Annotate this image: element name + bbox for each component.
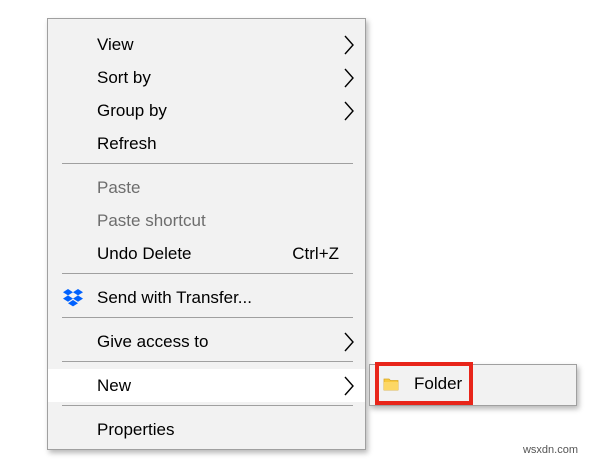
menu-item-label: Refresh: [97, 133, 157, 153]
menu-item-label: Paste shortcut: [97, 210, 206, 230]
menu-item-new[interactable]: New: [48, 369, 365, 402]
menu-item-shortcut: Ctrl+Z: [292, 243, 339, 263]
menu-item-send-with-transfer[interactable]: Send with Transfer...: [48, 281, 365, 314]
menu-item-view[interactable]: View: [48, 28, 365, 61]
chevron-right-icon: [344, 68, 354, 87]
chevron-right-icon: [344, 376, 354, 395]
menu-separator: [62, 405, 353, 406]
menu-item-label: Undo Delete: [97, 243, 192, 263]
menu-item-label: Give access to: [97, 331, 209, 351]
menu-item-refresh[interactable]: Refresh: [48, 127, 365, 160]
menu-item-label: Send with Transfer...: [97, 287, 252, 307]
menu-separator: [62, 163, 353, 164]
folder-icon: [383, 378, 399, 391]
menu-item-label: Group by: [97, 100, 167, 120]
menu-item-label: Paste: [97, 177, 141, 197]
menu-item-paste-shortcut: Paste shortcut: [48, 204, 365, 237]
menu-item-properties[interactable]: Properties: [48, 413, 365, 446]
menu-item-sort-by[interactable]: Sort by: [48, 61, 365, 94]
desktop-context-menu: View Sort by Group by Refresh Paste Past…: [47, 18, 366, 450]
menu-item-give-access-to[interactable]: Give access to: [48, 325, 365, 358]
menu-item-label: New: [97, 375, 132, 395]
menu-item-label: Properties: [97, 419, 175, 439]
chevron-right-icon: [344, 101, 354, 120]
menu-separator: [62, 317, 353, 318]
menu-separator: [62, 361, 353, 362]
watermark: wsxdn.com: [522, 444, 578, 456]
menu-item-undo-delete[interactable]: Undo Delete Ctrl+Z: [48, 237, 365, 270]
menu-item-paste: Paste: [48, 171, 365, 204]
submenu-item-label: Folder: [414, 374, 463, 393]
chevron-right-icon: [344, 332, 354, 351]
submenu-item-folder[interactable]: Folder: [374, 369, 474, 399]
chevron-right-icon: [344, 35, 354, 54]
new-submenu: Folder: [369, 364, 577, 406]
menu-item-label: Sort by: [97, 67, 151, 87]
menu-separator: [62, 273, 353, 274]
dropbox-icon: [63, 288, 83, 306]
menu-item-group-by[interactable]: Group by: [48, 94, 365, 127]
menu-item-label: View: [97, 34, 134, 54]
